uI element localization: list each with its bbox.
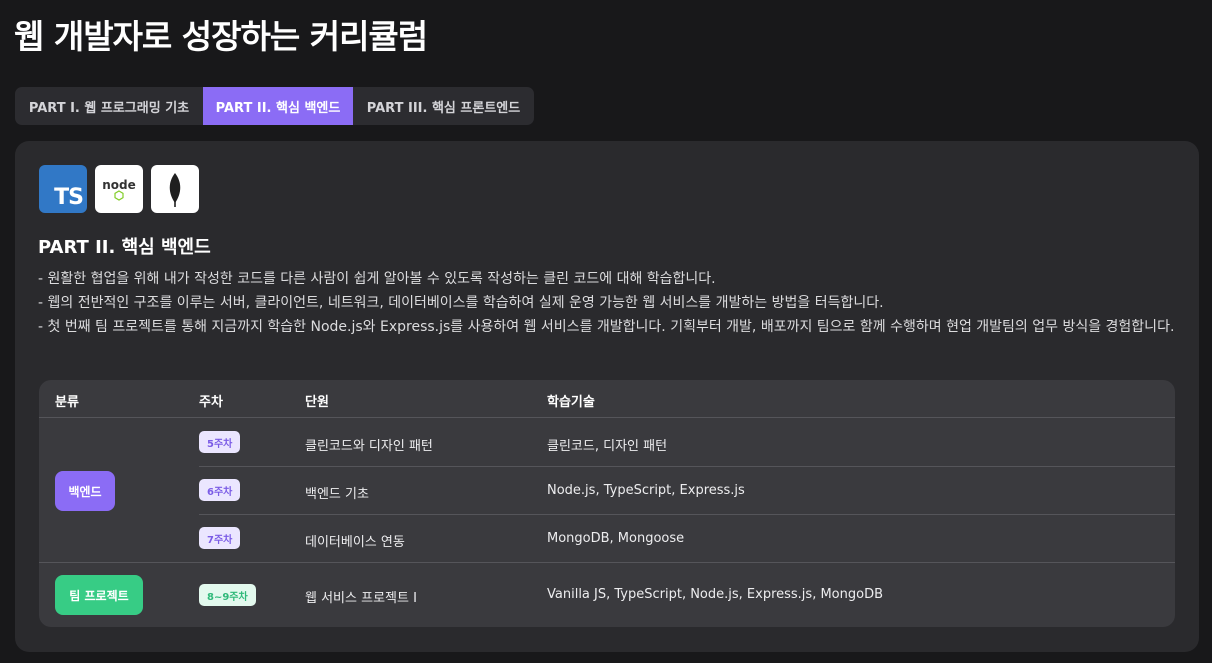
table-header: 분류 주차 단원 학습기술	[39, 380, 1175, 418]
page-title: 웹 개발자로 성장하는 커리큘럼	[14, 17, 428, 56]
tech-cell: MongoDB, Mongoose	[547, 531, 685, 546]
table-row: 5주차 클린코드와 디자인 패턴 클린코드, 디자인 패턴	[39, 419, 1175, 466]
desc-line: - 첫 번째 팀 프로젝트를 통해 지금까지 학습한 Node.js와 Expr…	[38, 319, 1175, 335]
unit-cell: 클린코드와 디자인 패턴	[305, 439, 433, 454]
tab-part-1[interactable]: PART I. 웹 프로그래밍 기초	[15, 87, 203, 125]
mongodb-leaf	[169, 173, 181, 207]
tech-cell: 클린코드, 디자인 패턴	[547, 439, 668, 454]
nodejs-logo: node	[102, 178, 136, 201]
section-title: PART II. 핵심 백엔드	[38, 237, 211, 258]
desc-line: - 원활한 협업을 위해 내가 작성한 코드를 다른 사람이 쉽게 알아볼 수 …	[38, 271, 716, 287]
unit-cell: 웹 서비스 프로젝트 I	[305, 591, 417, 606]
week-badge: 5주차	[199, 431, 241, 453]
section-description: - 원활한 협업을 위해 내가 작성한 코드를 다른 사람이 쉽게 알아볼 수 …	[38, 267, 1178, 339]
week-badge: 6주차	[199, 479, 241, 501]
typescript-icon-text: TS	[54, 185, 84, 210]
unit-cell: 데이터베이스 연동	[305, 535, 405, 550]
curriculum-card: TS node PART II. 핵심 백엔드 - 원활한 협업을 위해 내가 …	[15, 141, 1199, 652]
tech-cell: Vanilla JS, TypeScript, Node.js, Express…	[547, 587, 884, 602]
header-week: 주차	[199, 395, 223, 410]
table-row: 8~9주차 웹 서비스 프로젝트 I Vanilla JS, TypeScrip…	[39, 563, 1175, 627]
part-tabs: PART I. 웹 프로그래밍 기초 PART II. 핵심 백엔드 PART …	[15, 87, 534, 125]
nodejs-icon-text: node	[102, 178, 136, 192]
mongodb-icon	[151, 165, 199, 213]
header-unit: 단원	[305, 395, 329, 410]
unit-cell: 백엔드 기초	[305, 487, 369, 502]
header-tech: 학습기술	[547, 395, 595, 410]
tab-part-3[interactable]: PART III. 핵심 프론트엔드	[353, 87, 534, 125]
nodejs-icon: node	[95, 165, 143, 213]
curriculum-table: 분류 주차 단원 학습기술 백엔드 팀 프로젝트 5주차 클린코드와 디자인 패…	[39, 380, 1175, 627]
tab-part-2[interactable]: PART II. 핵심 백엔드	[203, 87, 353, 125]
table-row: 7주차 데이터베이스 연동 MongoDB, Mongoose	[39, 515, 1175, 562]
desc-line: - 웹의 전반적인 구조를 이루는 서버, 클라이언트, 네트워크, 데이터베이…	[38, 295, 884, 311]
tech-cell: Node.js, TypeScript, Express.js	[547, 483, 745, 498]
week-badge: 8~9주차	[199, 584, 256, 606]
header-category: 분류	[55, 395, 79, 410]
week-badge: 7주차	[199, 527, 241, 549]
typescript-icon: TS	[39, 165, 87, 213]
table-row: 6주차 백엔드 기초 Node.js, TypeScript, Express.…	[39, 467, 1175, 514]
